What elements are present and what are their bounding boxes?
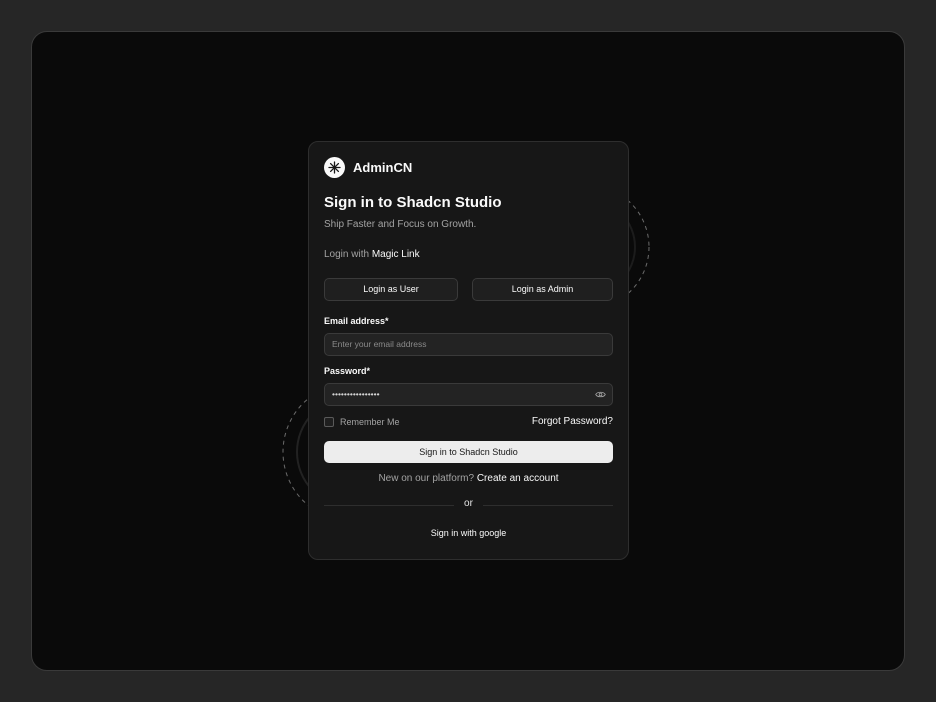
brand: AdminCN xyxy=(324,157,412,178)
magic-login-text: Login with Magic Link xyxy=(324,249,420,260)
divider-text: or xyxy=(464,498,473,509)
divider-line-right xyxy=(483,505,613,506)
password-field[interactable]: •••••••••••••••• xyxy=(324,383,613,406)
or-divider: or xyxy=(324,498,613,512)
magic-link[interactable]: Magic Link xyxy=(372,249,420,260)
page-subtitle: Ship Faster and Focus on Growth. xyxy=(324,219,477,230)
email-field[interactable]: Enter your email address xyxy=(324,333,613,356)
remember-checkbox[interactable] xyxy=(324,417,334,427)
brand-name: AdminCN xyxy=(353,160,413,175)
asterisk-logo-icon xyxy=(324,157,345,178)
google-sign-in-button[interactable]: Sign in with google xyxy=(309,528,628,538)
page-title: Sign in to Shadcn Studio xyxy=(324,194,502,211)
password-value: •••••••••••••••• xyxy=(332,389,380,399)
login-as-user-button[interactable]: Login as User xyxy=(324,278,458,301)
magic-login-prefix: Login with xyxy=(324,249,372,260)
forgot-password-link[interactable]: Forgot Password? xyxy=(532,416,613,427)
remember-label: Remember Me xyxy=(340,417,400,427)
password-label: Password* xyxy=(324,366,371,376)
login-as-admin-button[interactable]: Login as Admin xyxy=(472,278,613,301)
eye-icon[interactable] xyxy=(595,390,606,399)
email-label: Email address* xyxy=(324,316,389,326)
remember-me[interactable]: Remember Me xyxy=(324,417,400,427)
signup-prefix: New on our platform? xyxy=(378,473,477,484)
login-card: AdminCN Sign in to Shadcn Studio Ship Fa… xyxy=(308,141,629,560)
sign-in-button[interactable]: Sign in to Shadcn Studio xyxy=(324,441,613,463)
app-frame: AdminCN Sign in to Shadcn Studio Ship Fa… xyxy=(31,31,905,671)
create-account-link[interactable]: Create an account xyxy=(477,473,559,484)
signup-text: New on our platform? Create an account xyxy=(309,473,628,484)
